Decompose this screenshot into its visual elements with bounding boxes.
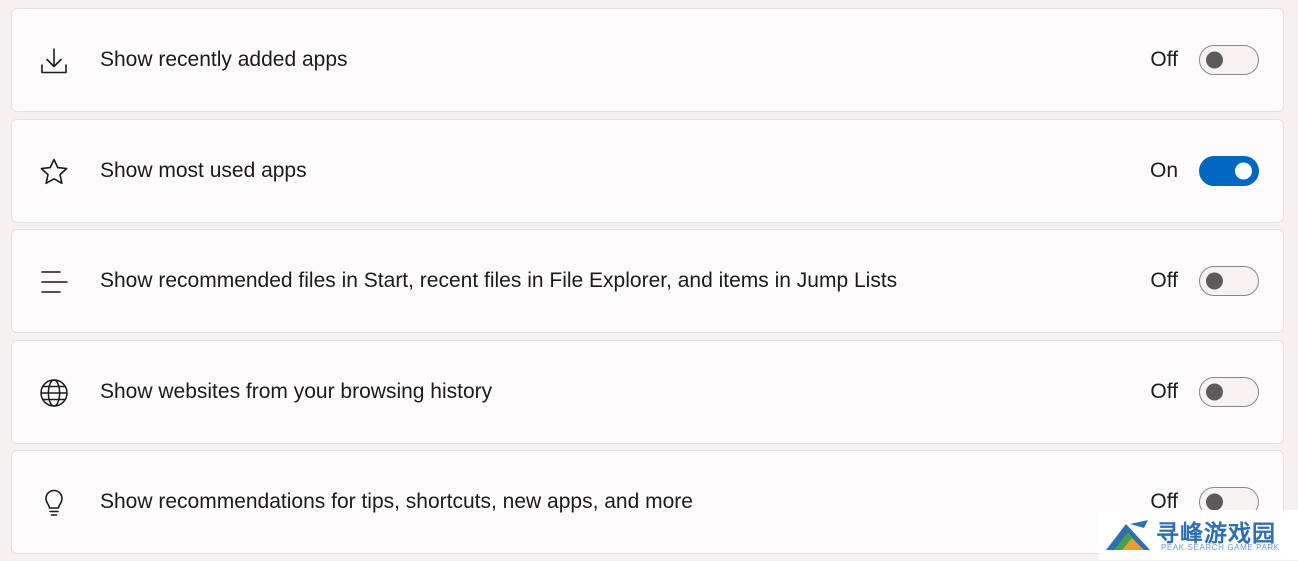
toggle-thumb (1235, 162, 1252, 179)
star-icon (38, 156, 70, 188)
setting-label: Show websites from your browsing history (100, 379, 493, 403)
start-settings-list: Show recently added apps Off Show most u… (11, 8, 1284, 561)
toggle-state-label: Off (1150, 379, 1178, 403)
toggle-thumb (1206, 493, 1223, 511)
download-icon (38, 45, 70, 77)
toggle-switch[interactable] (1199, 376, 1259, 407)
setting-tips-recommendations: Show recommendations for tips, shortcuts… (11, 450, 1284, 554)
watermark-logo (1106, 520, 1150, 550)
setting-recently-added-apps: Show recently added apps Off (11, 8, 1284, 112)
setting-browsing-history-websites: Show websites from your browsing history… (11, 339, 1284, 444)
toggle-switch[interactable] (1199, 45, 1259, 75)
lightbulb-icon (38, 487, 70, 519)
setting-label: Show recommended files in Start, recent … (100, 269, 898, 292)
list-icon (38, 266, 70, 298)
toggle-thumb (1206, 51, 1223, 69)
toggle-switch[interactable] (1199, 155, 1259, 186)
setting-label: Show recently added apps (100, 48, 348, 71)
toggle-thumb (1206, 383, 1223, 400)
toggle-switch[interactable] (1199, 266, 1259, 296)
toggle-state-label: Off (1150, 269, 1178, 292)
toggle-thumb (1206, 272, 1223, 290)
setting-label: Show recommendations for tips, shortcuts… (100, 490, 693, 513)
setting-recommended-files: Show recommended files in Start, recent … (11, 229, 1284, 333)
globe-icon (38, 377, 70, 409)
toggle-state-label: Off (1150, 48, 1178, 71)
toggle-state-label: On (1149, 158, 1178, 182)
watermark-subtitle: PEAK SEARCH GAME PARK (1161, 543, 1280, 552)
watermark: 寻峰游戏园 PEAK SEARCH GAME PARK (1098, 510, 1298, 560)
setting-label: Show most used apps (100, 158, 307, 182)
setting-most-used-apps: Show most used apps On (11, 118, 1284, 223)
